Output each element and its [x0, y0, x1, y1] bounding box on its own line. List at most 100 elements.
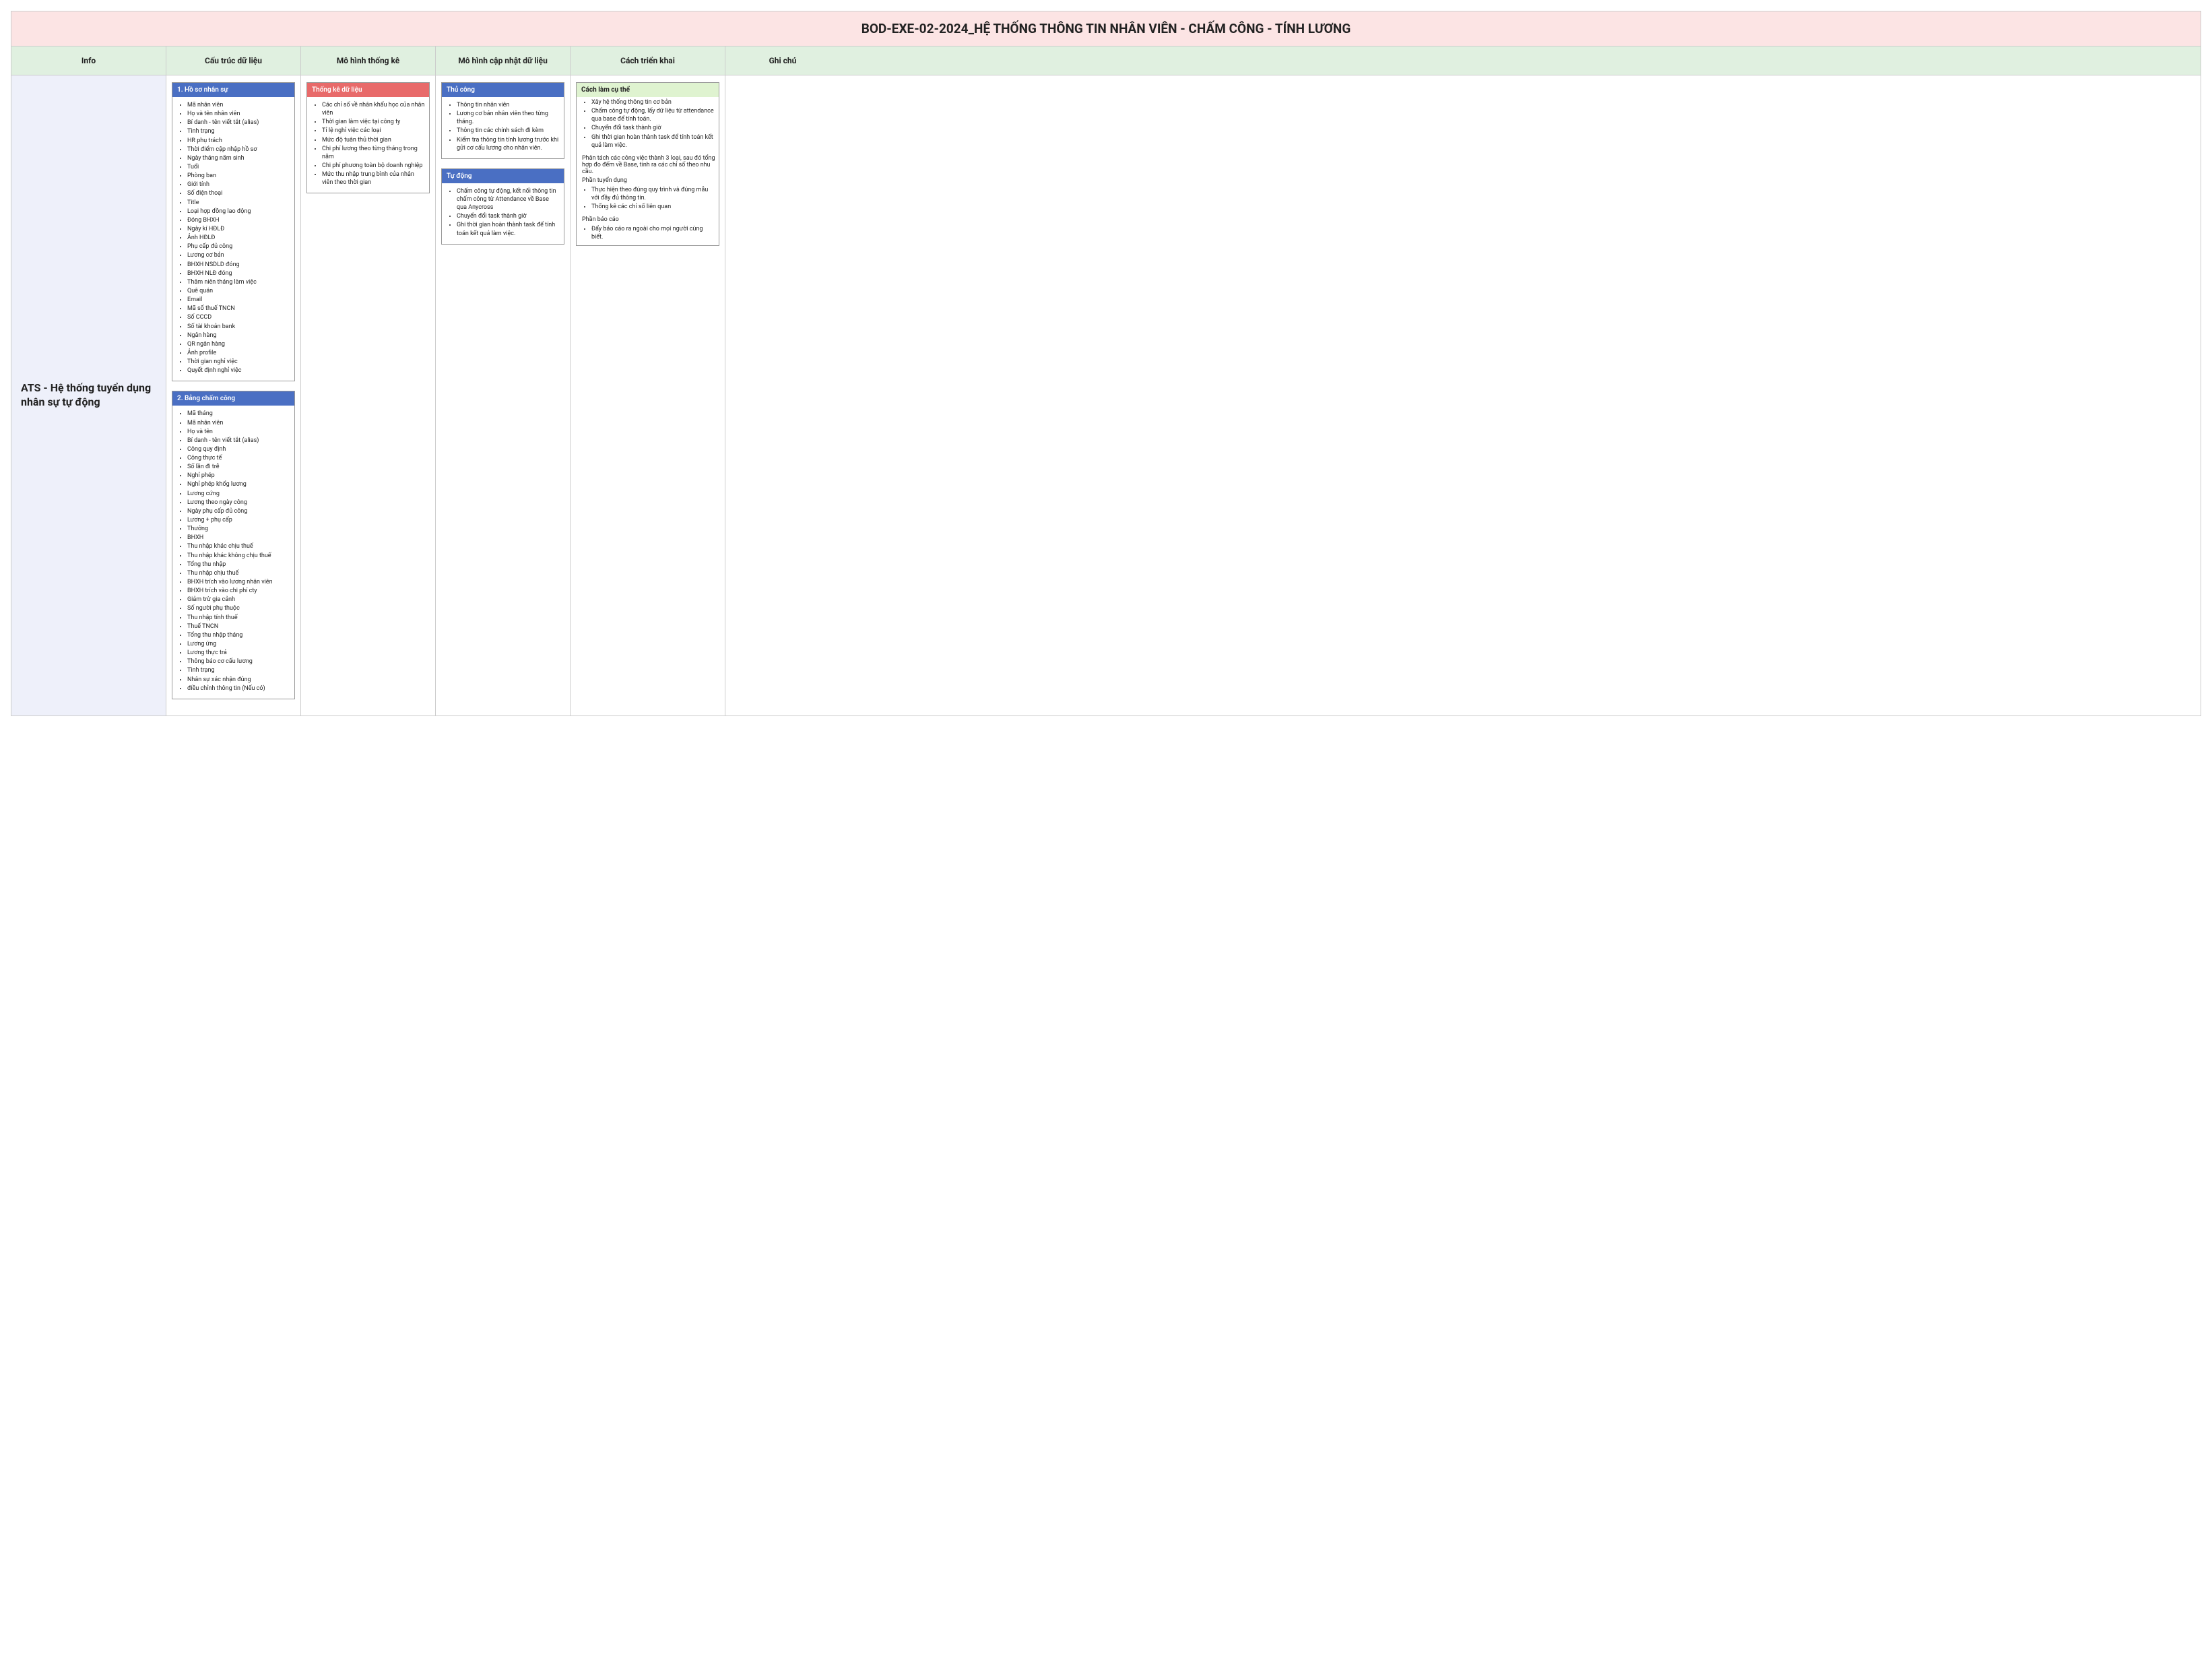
list-item: BHXH: [187, 534, 290, 542]
list-item: Tổng thu nhập tháng: [187, 631, 290, 639]
list-item: QR ngân hàng: [187, 340, 290, 348]
list-item: Quê quán: [187, 287, 290, 295]
list-item: Chấm công tự động, lấy dữ liệu từ attend…: [591, 107, 715, 123]
list-item: Thu nhập chịu thuế: [187, 569, 290, 577]
list-item: Title: [187, 199, 290, 207]
card-stats: Thống kê dữ liệu Các chỉ số về nhân khẩu…: [306, 82, 430, 193]
column-headers: Info Cấu trúc dữ liệu Mô hình thống kê M…: [11, 46, 2201, 75]
list-item: Tình trạng: [187, 127, 290, 135]
manual-list: Thông tin nhân viênLương cơ bản nhân viê…: [442, 97, 564, 158]
list-item: Ghi thời gian hoàn thành task để tính to…: [457, 221, 560, 237]
list-item: Chấm công tự động, kết nối thông tin chấ…: [457, 187, 560, 212]
list-item: Lương + phụ cấp: [187, 516, 290, 524]
list-item: Phụ cấp đủ công: [187, 243, 290, 251]
impl-g1-list: Xây hệ thống thông tin cơ bảnChấm công t…: [577, 97, 719, 153]
list-item: Nghỉ phép: [187, 472, 290, 480]
card-header: Thủ công: [442, 83, 564, 97]
impl-g3-list: Đẩy báo cáo ra ngoài cho mọi người cùng …: [577, 224, 719, 245]
list-item: Mã nhân viên: [187, 101, 290, 109]
card-header: 2. Bảng chấm công: [172, 391, 294, 406]
impl-g2-title: Phần tuyển dụng: [582, 177, 719, 184]
list-item: Mức thu nhập trung bình của nhân viên th…: [322, 170, 425, 187]
list-item: Công thực tế: [187, 454, 290, 462]
stats-column: Thống kê dữ liệu Các chỉ số về nhân khẩu…: [301, 75, 436, 715]
card-header: Thống kê dữ liệu: [307, 83, 429, 97]
list-item: Thông tin các chính sách đi kèm: [457, 127, 560, 135]
list-item: Các chỉ số về nhân khẩu học của nhân viê…: [322, 101, 425, 117]
list-item: Xây hệ thống thông tin cơ bản: [591, 98, 715, 106]
list-item: Ngày phụ cấp đủ công: [187, 507, 290, 515]
list-item: Giới tính: [187, 181, 290, 189]
stats-list: Các chỉ số về nhân khẩu học của nhân viê…: [307, 97, 429, 193]
list-item: Giảm trừ gia cảnh: [187, 596, 290, 604]
list-item: Thông báo cơ cấu lương: [187, 658, 290, 666]
card-struct-2: 2. Bảng chấm công Mã thángMã nhân viênHọ…: [172, 391, 295, 699]
impl-g3-title: Phần báo cáo: [582, 216, 719, 223]
list-item: Thu nhập khác chịu thuế: [187, 542, 290, 550]
list-item: Chi phí lương theo từng tháng trong năm: [322, 145, 425, 161]
list-item: Họ và tên nhân viên: [187, 110, 290, 118]
list-item: BHXH NSDLD đóng: [187, 261, 290, 269]
impl-g1-tail: Phân tách các công việc thành 3 loại, sa…: [582, 155, 719, 175]
list-item: Thời điểm cập nhập hồ sơ: [187, 146, 290, 154]
list-item: Bí danh - tên viết tắt (alias): [187, 119, 290, 127]
list-item: Lương cơ bản nhân viên theo từng tháng.: [457, 110, 560, 126]
list-item: Ảnh profile: [187, 349, 290, 357]
card-auto: Tự động Chấm công tự động, kết nối thông…: [441, 168, 564, 245]
body-row: ATS - Hệ thống tuyển dụng nhân sự tự độn…: [11, 75, 2201, 715]
list-item: Thuế TNCN: [187, 623, 290, 631]
list-item: Bí danh - tên viết tắt (alias): [187, 437, 290, 445]
list-item: Nhân sự xác nhận đủng: [187, 676, 290, 684]
header-update: Mô hình cập nhật dữ liệu: [436, 46, 571, 75]
list-item: Thu nhập khác không chịu thuế: [187, 552, 290, 560]
diagram-wrap: BOD-EXE-02-2024_HỆ THỐNG THÔNG TIN NHÂN …: [11, 11, 2201, 716]
list-item: Ngày kí HĐLĐ: [187, 225, 290, 233]
list-item: Mã số thuế TNCN: [187, 305, 290, 313]
list-item: Ghi thời gian hoàn thành task để tính to…: [591, 133, 715, 150]
list-item: Thu nhập tính thuế: [187, 614, 290, 622]
list-item: Thực hiện theo đúng quy trình và đúng mẫ…: [591, 186, 715, 202]
list-item: Lương thực trả: [187, 649, 290, 657]
list-item: Đóng BHXH: [187, 216, 290, 224]
list-item: Thâm niên tháng làm việc: [187, 278, 290, 286]
list-item: Số điện thoại: [187, 189, 290, 197]
list-item: Ảnh HĐLĐ: [187, 234, 290, 242]
list-item: Lương theo ngày công: [187, 499, 290, 507]
info-column: ATS - Hệ thống tuyển dụng nhân sự tự độn…: [11, 75, 166, 715]
header-structure: Cấu trúc dữ liệu: [166, 46, 301, 75]
notes-column: [725, 75, 840, 715]
list-item: Ngày tháng năm sinh: [187, 154, 290, 162]
list-item: Thời gian nghỉ việc: [187, 358, 290, 366]
list-item: BHXH trích vào chi phí cty: [187, 587, 290, 595]
list-item: Số tài khoản bank: [187, 323, 290, 331]
card-manual: Thủ công Thông tin nhân viênLương cơ bản…: [441, 82, 564, 159]
card-header: Tự động: [442, 169, 564, 183]
header-stats: Mô hình thống kê: [301, 46, 436, 75]
list-item: Chi phí phương toàn bộ doanh nghiệp: [322, 162, 425, 170]
list-item: Chuyển đổi task thành giờ: [457, 212, 560, 220]
card-header: Cách làm cụ thể: [577, 83, 719, 97]
list-item: BHXH NLĐ đóng: [187, 269, 290, 278]
list-item: Loại hợp đồng lao động: [187, 208, 290, 216]
list-item: Nghỉ phép khổg lương: [187, 480, 290, 488]
list-item: Số CCCD: [187, 313, 290, 321]
list-item: Thời gian làm việc tại công ty: [322, 118, 425, 126]
list-item: Tỉ lệ nghỉ việc các loại: [322, 127, 425, 135]
list-item: Email: [187, 296, 290, 304]
structure-column: 1. Hồ sơ nhân sự Mã nhân viênHọ và tên n…: [166, 75, 301, 715]
list-item: Tuổi: [187, 163, 290, 171]
list-item: Ngân hàng: [187, 331, 290, 340]
impl-g2-list: Thực hiện theo đúng quy trình và đúng mẫ…: [577, 185, 719, 214]
update-column: Thủ công Thông tin nhân viênLương cơ bản…: [436, 75, 571, 715]
impl-column: Cách làm cụ thể Xây hệ thống thông tin c…: [571, 75, 725, 715]
title-row: BOD-EXE-02-2024_HỆ THỐNG THÔNG TIN NHÂN …: [11, 11, 2201, 46]
list-item: Đẩy báo cáo ra ngoài cho mọi người cùng …: [591, 225, 715, 241]
list-item: Quyết định nghỉ việc: [187, 367, 290, 375]
list-item: BHXH trích vào lương nhân viên: [187, 578, 290, 586]
list-item: Thông tin nhân viên: [457, 101, 560, 109]
header-info: Info: [11, 46, 166, 75]
list-item: Số người phụ thuộc: [187, 604, 290, 612]
list-item: Họ và tên: [187, 428, 290, 436]
list-item: Thưởng: [187, 525, 290, 533]
card-header: 1. Hồ sơ nhân sự: [172, 83, 294, 97]
